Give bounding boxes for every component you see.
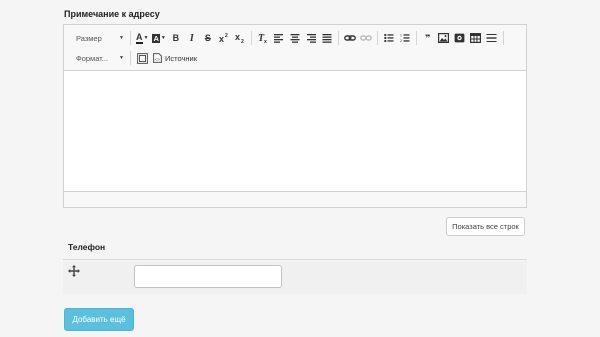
align-center-button[interactable]: [287, 30, 303, 46]
editor-content-area[interactable]: [64, 71, 526, 192]
insert-link-button[interactable]: [342, 30, 358, 46]
phone-input[interactable]: [134, 265, 282, 288]
font-size-dropdown[interactable]: Размер ▼: [69, 30, 127, 46]
bulleted-list-button[interactable]: [381, 30, 397, 46]
svg-text:x: x: [235, 32, 240, 42]
toolbar-separator: [376, 31, 378, 45]
link-icon: [343, 35, 356, 41]
font-size-label: Размер: [76, 33, 102, 43]
add-more-button[interactable]: Добавить ещё: [64, 308, 134, 331]
superscript-button[interactable]: x2: [216, 30, 232, 46]
format-dropdown[interactable]: Формат... ▼: [69, 50, 127, 66]
maximize-button[interactable]: [134, 50, 150, 66]
source-icon: <>: [153, 53, 162, 63]
align-right-icon: [306, 34, 316, 43]
align-right-button[interactable]: [303, 30, 319, 46]
toolbar-separator: [250, 31, 252, 45]
image-icon: [438, 33, 450, 43]
bold-button[interactable]: B: [168, 30, 184, 46]
phone-section-title: Телефон: [68, 242, 106, 252]
align-left-button[interactable]: [271, 30, 287, 46]
toolbar-separator: [130, 51, 131, 65]
table-row: [63, 261, 527, 294]
maximize-icon: [136, 52, 148, 64]
editor-status-bar: [64, 191, 526, 207]
field-label: Примечание к адресу: [64, 9, 160, 19]
align-justify-button[interactable]: [319, 30, 335, 46]
chevron-down-icon: ▼: [119, 55, 124, 61]
text-color-icon: A: [136, 31, 143, 44]
horizontal-rule-icon: [486, 34, 497, 42]
chevron-down-icon: ▼: [160, 35, 166, 41]
source-label: Источник: [165, 53, 198, 63]
blockquote-button[interactable]: ❞: [420, 30, 436, 46]
chevron-down-icon: ▼: [143, 35, 149, 41]
superscript-icon: x2: [219, 33, 228, 44]
toolbar-separator: [502, 31, 504, 45]
toolbar-row-2: Формат... ▼ <> Источник: [64, 48, 200, 68]
strikethrough-button[interactable]: S: [200, 30, 216, 46]
svg-text:2: 2: [241, 39, 244, 44]
background-color-button[interactable]: A ▼: [150, 30, 167, 46]
horizontal-rule-button[interactable]: [484, 30, 500, 46]
unlink-icon: [359, 35, 372, 41]
numbered-list-icon: 12: [400, 34, 410, 43]
numbered-list-button[interactable]: 12: [397, 30, 413, 46]
insert-table-button[interactable]: [468, 30, 484, 46]
show-all-rows-button[interactable]: Показать все строк: [446, 217, 525, 236]
unlink-button[interactable]: [358, 30, 374, 46]
align-center-icon: [290, 34, 300, 43]
chevron-down-icon: ▼: [119, 35, 124, 41]
table-icon: [470, 33, 482, 43]
drag-move-icon[interactable]: [68, 264, 80, 277]
toolbar-row-1: Размер ▼ A ▼ A ▼ B I S x2 x2 Tx 1 2 ❞: [64, 28, 507, 48]
rich-text-editor: Размер ▼ A ▼ A ▼ B I S x2 x2 Tx 1 2 ❞ Фо…: [63, 24, 527, 208]
italic-button[interactable]: I: [184, 30, 200, 46]
align-left-icon: [273, 34, 283, 43]
text-color-button[interactable]: A ▼: [134, 30, 150, 46]
background-color-icon: A: [152, 33, 160, 43]
svg-text:x: x: [264, 39, 267, 44]
format-label: Формат...: [76, 53, 109, 63]
svg-text:x: x: [219, 34, 224, 44]
insert-media-button[interactable]: [452, 30, 468, 46]
toolbar-separator: [337, 31, 339, 45]
remove-format-icon: Tx: [258, 33, 267, 44]
source-button[interactable]: <> Источник: [150, 50, 200, 66]
toolbar-separator: [415, 31, 417, 45]
toolbar-separator: [130, 31, 131, 45]
subscript-icon: x2: [235, 32, 244, 44]
svg-text:1: 1: [400, 34, 402, 38]
editor-toolbar: Размер ▼ A ▼ A ▼ B I S x2 x2 Tx 1 2 ❞ Фо…: [64, 25, 526, 71]
subscript-button[interactable]: x2: [232, 30, 248, 46]
insert-image-button[interactable]: [436, 30, 452, 46]
media-icon: [454, 33, 465, 43]
remove-format-button[interactable]: Tx: [255, 30, 271, 46]
align-justify-icon: [322, 34, 332, 43]
svg-text:2: 2: [400, 39, 402, 43]
svg-text:2: 2: [225, 33, 228, 39]
bulleted-list-icon: [384, 33, 394, 43]
svg-text:<>: <>: [155, 57, 161, 63]
table-divider: [63, 259, 527, 260]
